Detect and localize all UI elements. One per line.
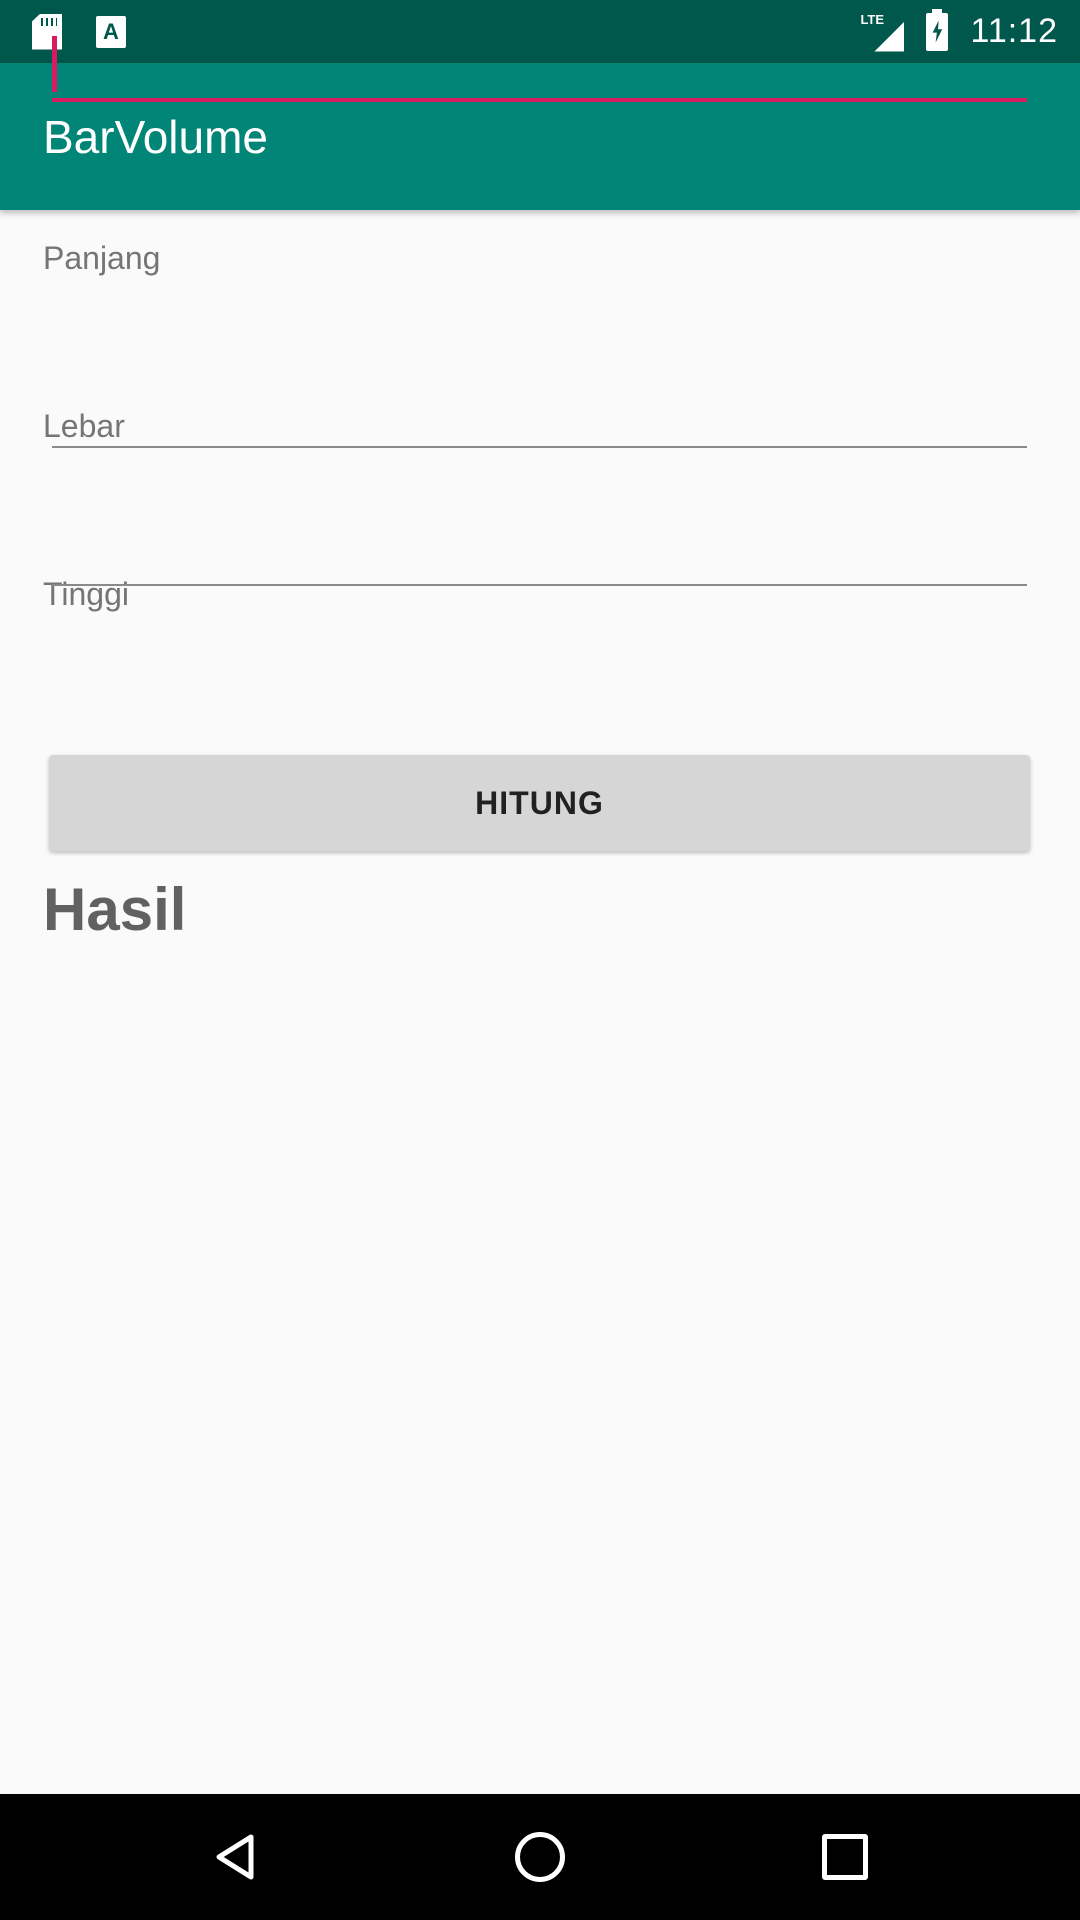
result-heading: Hasil [43,876,187,943]
home-button[interactable] [470,1794,610,1920]
navigation-bar [0,1794,1080,1920]
panjang-label: Panjang [43,240,161,276]
back-button[interactable] [165,1794,305,1920]
network-type-label: LTE [860,11,885,27]
hitung-button[interactable]: HITUNG [49,755,1030,851]
tinggi-input[interactable] [52,512,1027,586]
home-icon [515,1832,565,1882]
lebar-input[interactable] [52,374,1027,448]
recent-apps-icon [822,1834,868,1880]
panjang-input[interactable] [52,26,1027,102]
app-title: BarVolume [43,110,269,163]
text-cursor [52,36,57,92]
back-icon [215,1833,255,1881]
recent-apps-button[interactable] [775,1794,915,1920]
